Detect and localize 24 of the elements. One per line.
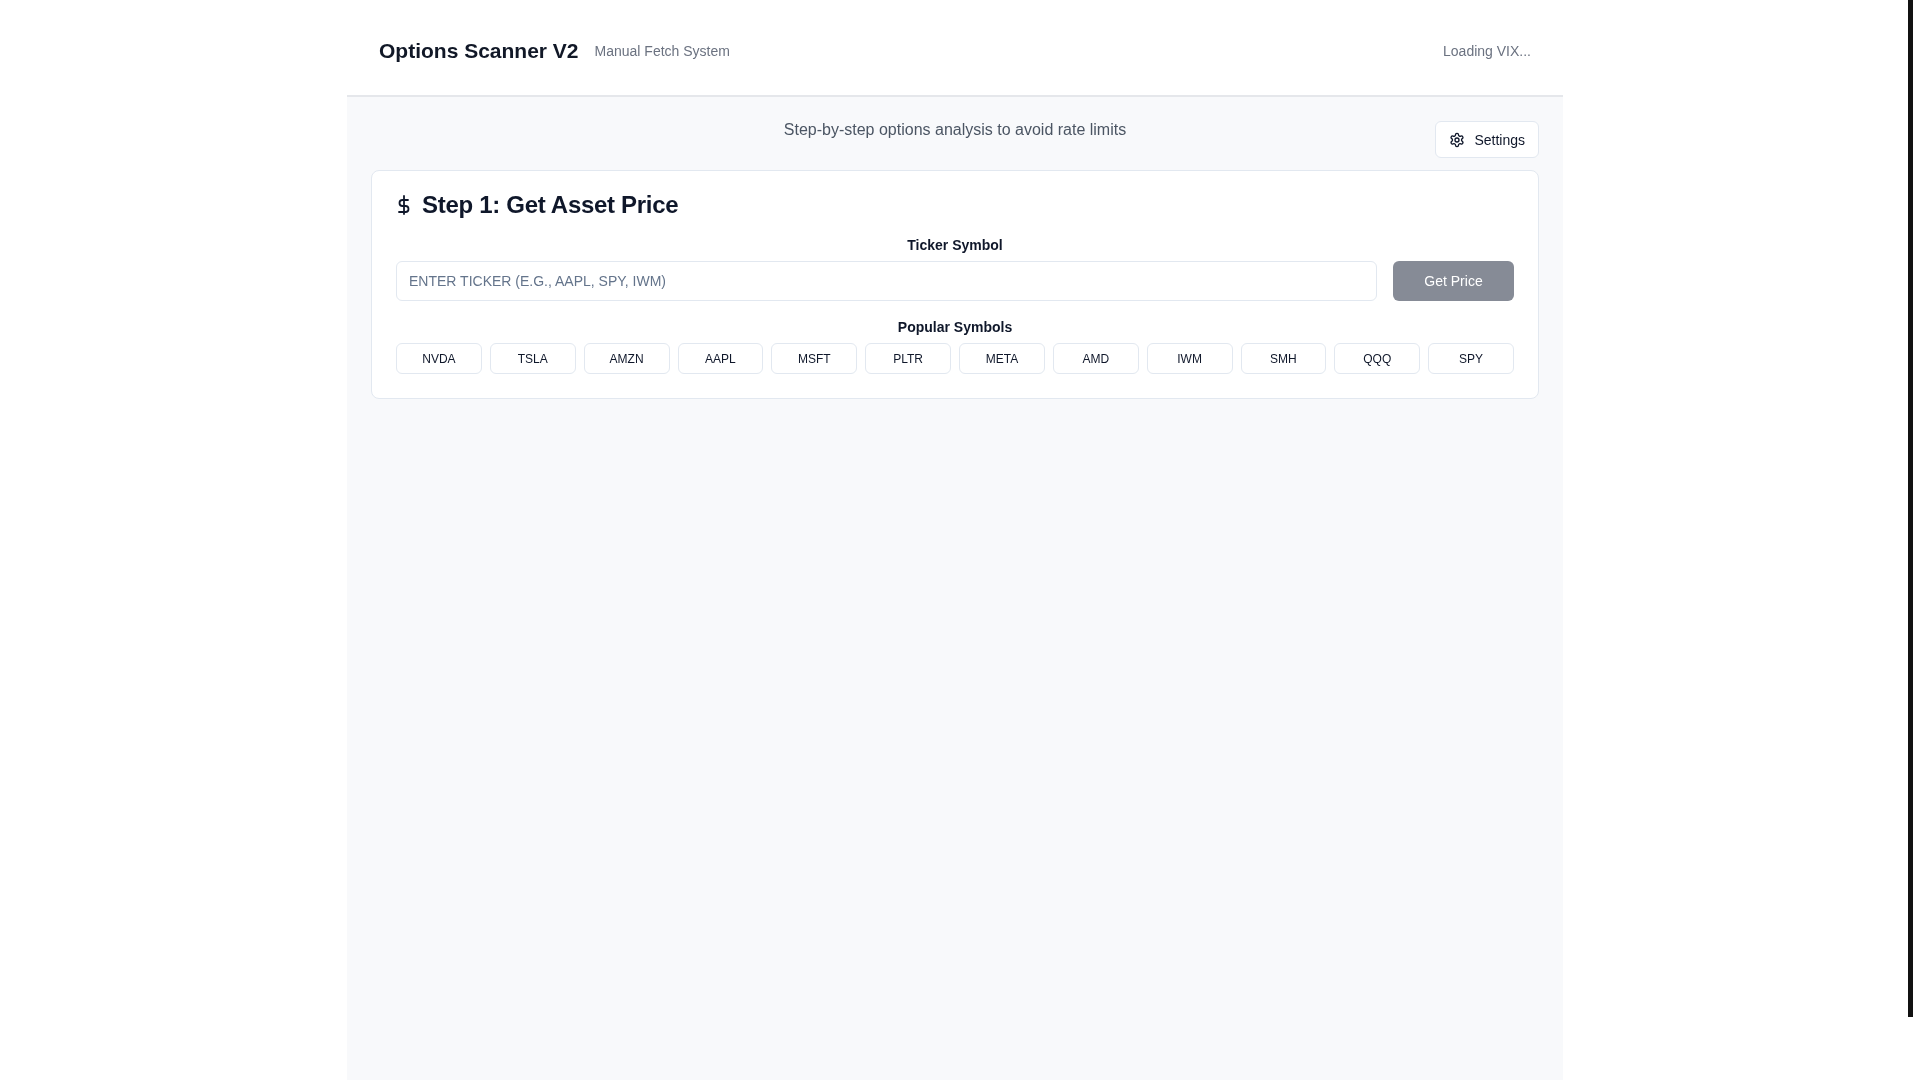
symbol-button[interactable]: IWM — [1146, 343, 1233, 374]
symbol-button[interactable]: PLTR — [865, 343, 951, 374]
settings-button[interactable]: Settings — [1435, 121, 1539, 158]
symbol-button[interactable]: SPY — [1428, 343, 1514, 374]
step-title: Step 1: Get Asset Price — [422, 191, 679, 219]
tagline: Step-by-step options analysis to avoid rate limits — [783, 121, 1127, 139]
settings-icon — [1449, 131, 1466, 148]
symbol-button[interactable]: AMZN — [583, 343, 670, 374]
dollar-icon — [396, 195, 412, 215]
popular-symbols-label: Popular Symbols — [896, 319, 1014, 335]
symbol-button[interactable]: AMD — [1052, 343, 1139, 374]
scrollbar-thumb[interactable] — [1908, 0, 1913, 1017]
symbol-button[interactable]: SMH — [1240, 343, 1327, 374]
symbol-button[interactable]: TSLA — [489, 343, 576, 374]
ticker-label: Ticker Symbol — [906, 237, 1004, 253]
app-title: Options Scanner V2 — [379, 39, 579, 63]
symbol-button[interactable]: AAPL — [677, 343, 764, 374]
symbol-button[interactable]: QQQ — [1334, 343, 1421, 374]
vix-status: Loading VIX... — [1443, 43, 1531, 59]
symbol-button[interactable]: MSFT — [771, 343, 858, 374]
app-subtitle: Manual Fetch System — [594, 43, 730, 59]
ticker-input[interactable]: ENTER TICKER (E.G., AAPL, SPY, IWM) — [396, 261, 1377, 301]
symbol-button[interactable]: META — [959, 343, 1045, 374]
symbol-button[interactable]: NVDA — [396, 343, 482, 374]
